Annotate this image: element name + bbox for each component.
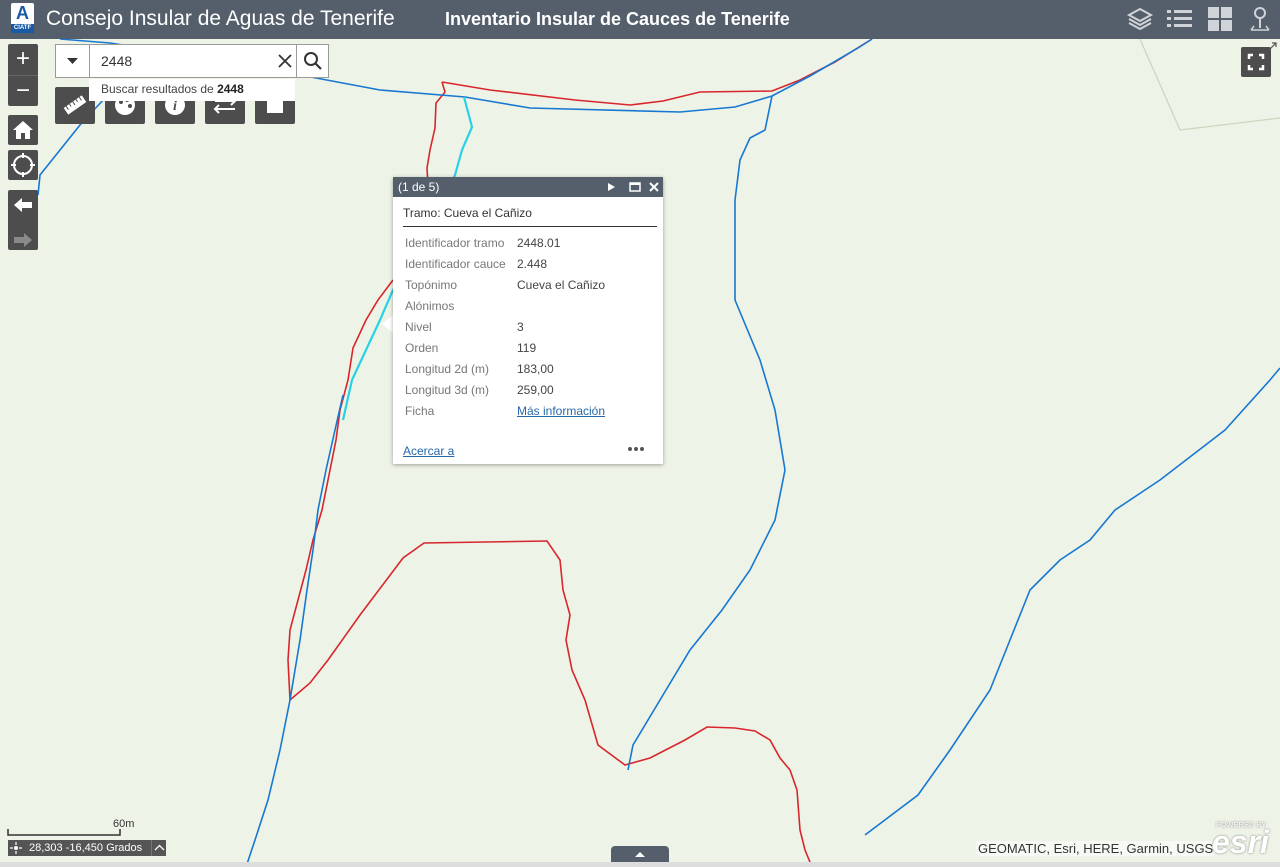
- feature-popup: (1 de 5) Tramo: Cueva el Cañizo Identifi…: [393, 177, 663, 464]
- attribute-label: Nivel: [405, 320, 432, 334]
- zoom-to-link[interactable]: Acercar a: [403, 444, 454, 458]
- locate-icon: [11, 153, 35, 177]
- more-actions-icon[interactable]: [626, 442, 646, 456]
- previous-extent-icon[interactable]: [8, 190, 38, 220]
- search-icon: [304, 52, 322, 70]
- more-info-link[interactable]: Más información: [517, 404, 605, 418]
- logo-mark-icon: A: [16, 3, 29, 23]
- attribute-table-toggle[interactable]: [611, 846, 669, 862]
- esri-logo: POWERED BY esri: [1212, 822, 1274, 860]
- app-title: Inventario Insular de Cauces de Tenerife: [445, 9, 790, 29]
- close-icon[interactable]: [647, 180, 661, 194]
- search-suggestion[interactable]: Buscar resultados de 2448: [89, 79, 295, 101]
- attribute-label: Orden: [405, 341, 439, 355]
- extent-navigation: [8, 190, 38, 250]
- attribute-value: 119: [517, 341, 537, 355]
- ciatf-logo: A CIATF: [11, 3, 34, 33]
- home-button[interactable]: [8, 115, 38, 145]
- locate-button[interactable]: [8, 150, 38, 180]
- overview-expand-icon[interactable]: [1266, 41, 1278, 53]
- attribute-value: 2.448: [517, 257, 548, 271]
- basemap-gallery-icon[interactable]: [1204, 4, 1236, 34]
- home-icon: [13, 121, 33, 139]
- suggestion-prefix: Buscar resultados de: [101, 82, 214, 96]
- next-feature-icon[interactable]: [604, 180, 618, 194]
- search-source-dropdown[interactable]: [56, 45, 90, 77]
- attribute-label: Identificador cauce: [405, 257, 506, 271]
- attribute-label: Identificador tramo: [405, 236, 505, 250]
- popup-pointer: [382, 315, 393, 333]
- zoom-out-button[interactable]: −: [8, 75, 38, 107]
- chevron-up-icon[interactable]: [151, 840, 167, 856]
- search-widget: [55, 44, 329, 78]
- caret-up-icon: [635, 852, 645, 857]
- attribute-value: 259,00: [517, 383, 554, 397]
- popup-feature-count: (1 de 5): [398, 180, 440, 194]
- search-button[interactable]: [296, 45, 329, 77]
- svg-text:i: i: [173, 99, 177, 114]
- next-extent-icon[interactable]: [8, 225, 38, 255]
- attribute-value: Cueva el Cañizo: [517, 278, 606, 292]
- organization-title: Consejo Insular de Aguas de Tenerife: [46, 7, 395, 30]
- attribute-value: 2448.01: [517, 236, 561, 250]
- crosshair-icon[interactable]: [8, 840, 30, 856]
- maximize-icon[interactable]: [628, 180, 642, 194]
- attribute-label: Alónimos: [405, 299, 455, 313]
- map-attribution: GEOMATIC, Esri, HERE, Garmin, USGS: [976, 841, 1216, 856]
- chevron-down-icon: [67, 58, 78, 64]
- scale-bar: [7, 829, 121, 836]
- popup-title: Tramo: Cueva el Cañizo: [403, 206, 532, 220]
- suggestion-term: 2448: [217, 82, 244, 96]
- popup-divider: [403, 226, 657, 227]
- clear-search-button[interactable]: [274, 45, 296, 77]
- popup-header: (1 de 5): [393, 177, 663, 197]
- attribute-label: Longitud 2d (m): [405, 362, 490, 376]
- search-input[interactable]: [101, 51, 271, 71]
- location-pin-icon[interactable]: [1244, 4, 1276, 34]
- attribute-label: Topónimo: [405, 278, 458, 292]
- attribute-label: Longitud 3d (m): [405, 383, 490, 397]
- legend-list-icon[interactable]: [1164, 4, 1196, 34]
- zoom-in-button[interactable]: +: [8, 44, 38, 75]
- logo-text: CIATF: [11, 24, 34, 33]
- coordinate-text: 28,303 -16,450 Grados: [29, 842, 143, 854]
- attribute-value: 3: [517, 320, 524, 334]
- esri-wordmark: esri: [1212, 824, 1269, 860]
- close-icon: [278, 54, 292, 68]
- attribute-table-strip: [0, 862, 1280, 867]
- app-header: A CIATF Consejo Insular de Aguas de Tene…: [0, 0, 1280, 39]
- layers-icon[interactable]: [1124, 4, 1156, 34]
- attribute-label: Ficha: [405, 404, 435, 418]
- scale-bar-label: 60m: [113, 818, 135, 830]
- zoom-control: + −: [8, 44, 38, 106]
- attribute-value: 183,00: [517, 362, 554, 376]
- coordinate-display: 28,303 -16,450 Grados: [8, 840, 166, 856]
